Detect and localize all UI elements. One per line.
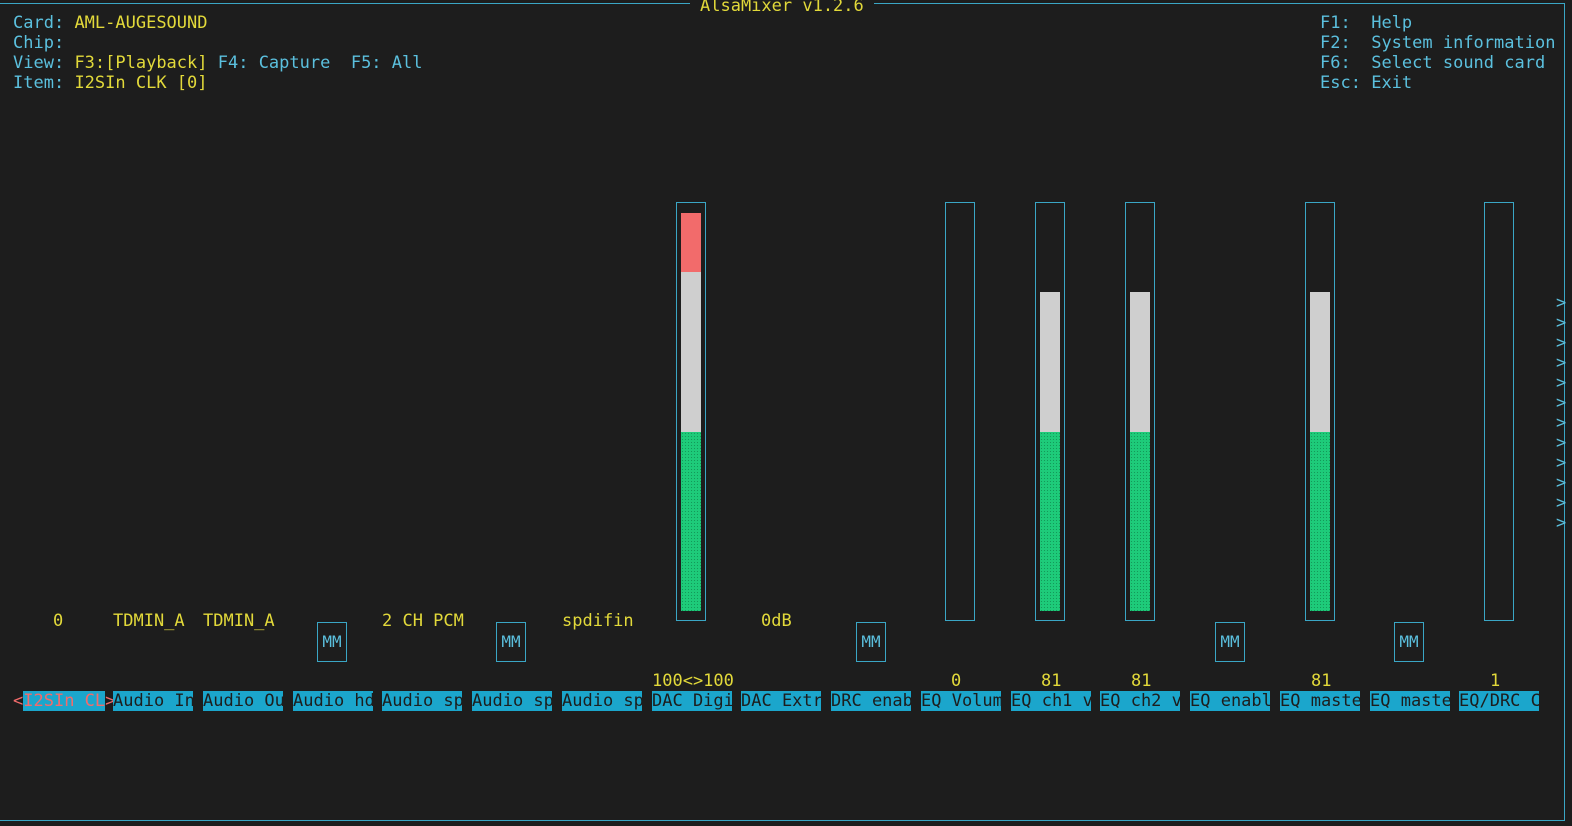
eq-ch2-bar[interactable] <box>1125 202 1155 621</box>
item-label: Item: <box>13 73 65 93</box>
control-label-text: I2SIn CL <box>23 691 106 711</box>
chip-label: Chip: <box>13 33 65 53</box>
eq-drc-bar[interactable] <box>1484 202 1514 621</box>
eq-ch2-percent: 81 <box>1131 671 1152 691</box>
help-label: Help <box>1371 13 1413 33</box>
control-label[interactable]: EQ maste <box>1280 691 1360 711</box>
bar-green-segment <box>1310 432 1330 611</box>
control-label[interactable]: EQ maste <box>1370 691 1450 711</box>
control-label[interactable]: Audio In <box>113 691 193 711</box>
view-playback[interactable]: F3:[Playback] <box>74 53 207 73</box>
audio-in-value: TDMIN_A <box>113 611 185 631</box>
mute-toggle-drc-enable[interactable]: MM <box>856 622 886 662</box>
chevron-right-icon: > <box>1556 313 1567 333</box>
card-line: Card: AML-AUGESOUND <box>13 13 208 33</box>
bar-red-segment <box>681 213 701 272</box>
mute-toggle-audio-hd[interactable]: MM <box>317 622 347 662</box>
card-value: AML-AUGESOUND <box>74 13 208 33</box>
mute-toggle-eq-enable[interactable]: MM <box>1215 622 1245 662</box>
bar-white-segment <box>1130 292 1150 432</box>
eq-master-percent: 81 <box>1311 671 1332 691</box>
view-all[interactable]: F5: All <box>351 53 423 73</box>
control-label-selected[interactable]: <I2SIn CL> <box>13 691 115 711</box>
dac-digi-percent: 100<>100 <box>652 671 734 691</box>
control-label[interactable]: Audio Ou <box>203 691 283 711</box>
control-label[interactable]: Audio sp <box>562 691 642 711</box>
eq-volume-percent: 0 <box>951 671 962 691</box>
eq-master-bar[interactable] <box>1305 202 1335 621</box>
eq-volume-bar[interactable] <box>945 202 975 621</box>
control-label[interactable]: Audio hd <box>293 691 373 711</box>
chevron-right-icon: > <box>1556 473 1567 493</box>
chevron-right-icon: > <box>1556 493 1567 513</box>
chevron-right-icon: > <box>1556 373 1567 393</box>
bar-green-segment <box>1130 432 1150 611</box>
chevron-right-icon: > <box>1556 513 1567 533</box>
help-key: Esc: <box>1320 73 1361 93</box>
eq-drc-percent: 1 <box>1490 671 1501 691</box>
chevron-right-icon: > <box>1556 453 1567 473</box>
view-capture[interactable]: F4: Capture <box>218 53 331 73</box>
view-line: View: F3:[Playback] F4: Capture F5: All <box>13 53 422 73</box>
card-label: Card: <box>13 13 65 33</box>
audio-sp-value: 2 CH PCM <box>382 611 464 631</box>
dac-extr-value: 0dB <box>761 611 792 631</box>
help-f1[interactable]: F1: Help <box>1320 13 1412 33</box>
i2sin-clk-value: 0 <box>53 611 64 631</box>
control-label[interactable]: EQ/DRC C <box>1459 691 1539 711</box>
control-label[interactable]: DAC Extr <box>741 691 821 711</box>
control-label[interactable]: EQ ch2 v <box>1100 691 1180 711</box>
bar-white-segment <box>1310 292 1330 432</box>
help-f6[interactable]: F6: Select sound card <box>1320 53 1545 73</box>
chevron-right-icon: > <box>1556 353 1567 373</box>
bar-green-segment <box>1040 432 1060 611</box>
help-key: F2: <box>1320 33 1351 53</box>
mute-toggle-audio-sp[interactable]: MM <box>496 622 526 662</box>
scroll-right-indicator[interactable]: > > > > > > > > > > > > <box>1556 293 1566 533</box>
control-label[interactable]: Audio sp <box>472 691 552 711</box>
bar-white-segment <box>1040 292 1060 432</box>
control-label[interactable]: DRC enab <box>831 691 911 711</box>
control-label[interactable]: Audio sp <box>382 691 462 711</box>
bar-white-segment <box>681 272 701 432</box>
item-line: Item: I2SIn CLK [0] <box>13 73 208 93</box>
chevron-right-icon: > <box>1556 293 1567 313</box>
dac-digi-bar[interactable] <box>676 202 706 621</box>
eq-ch1-bar[interactable] <box>1035 202 1065 621</box>
chevron-right-icon: > <box>1556 333 1567 353</box>
help-label: Select sound card <box>1371 53 1546 73</box>
control-label[interactable]: EQ Volum <box>921 691 1001 711</box>
control-label[interactable]: DAC Digi <box>652 691 732 711</box>
chevron-right-icon: > <box>1556 393 1567 413</box>
audio-sp-value: spdifin <box>562 611 634 631</box>
chevron-right-icon: > <box>1556 433 1567 453</box>
help-label: System information <box>1371 33 1556 53</box>
help-esc[interactable]: Esc: Exit <box>1320 73 1412 93</box>
control-label[interactable]: EQ enabl <box>1190 691 1270 711</box>
app-title: AlsaMixer v1.2.6 <box>690 0 874 16</box>
chip-line: Chip: <box>13 33 74 53</box>
help-key: F1: <box>1320 13 1351 33</box>
help-key: F6: <box>1320 53 1351 73</box>
control-label[interactable]: EQ ch1 v <box>1011 691 1091 711</box>
bar-green-segment <box>681 432 701 611</box>
item-value: I2SIn CLK [0] <box>74 73 208 93</box>
help-f2[interactable]: F2: System information <box>1320 33 1555 53</box>
view-label: View: <box>13 53 65 73</box>
eq-ch1-percent: 81 <box>1041 671 1062 691</box>
help-label: Exit <box>1371 73 1413 93</box>
chevron-right-icon: > <box>1556 413 1567 433</box>
mute-toggle-eq-master[interactable]: MM <box>1394 622 1424 662</box>
audio-out-value: TDMIN_A <box>203 611 275 631</box>
